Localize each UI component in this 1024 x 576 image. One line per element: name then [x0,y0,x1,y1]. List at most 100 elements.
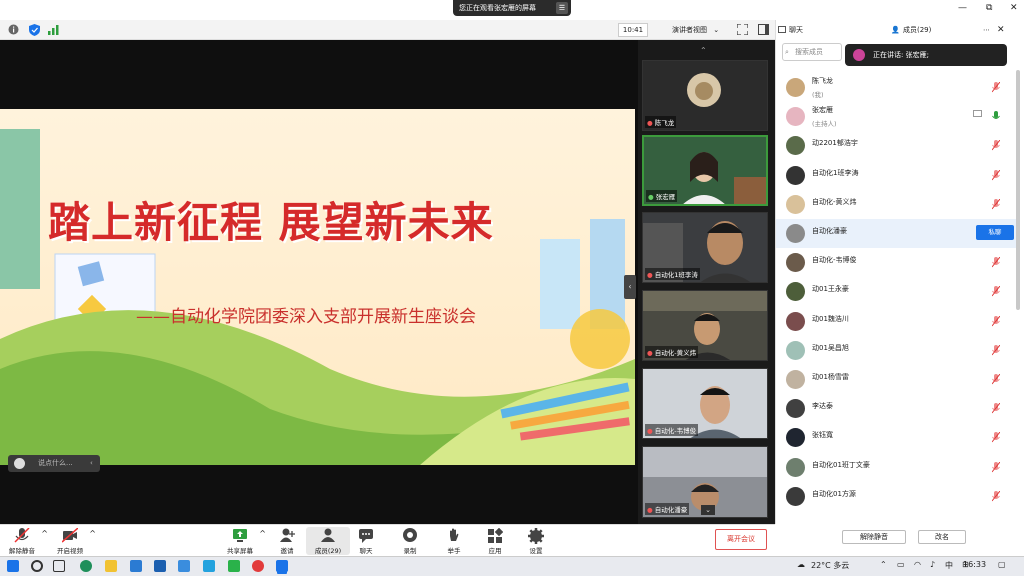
mic-muted-icon[interactable] [992,198,1000,210]
raise-hand-button[interactable]: 举手 [432,527,476,555]
unmute-label: 解除静音 [9,547,35,555]
tray-chevron-icon[interactable]: ⌃ [880,560,887,569]
volume-icon[interactable]: ♪ [930,560,935,569]
mail-icon[interactable] [154,560,166,572]
chevron-left-icon[interactable]: ‹ [90,455,93,472]
member-row[interactable]: 自动化01班丁文豪 [776,453,1016,482]
file-explorer-icon[interactable] [105,560,117,572]
view-mode-button[interactable]: 演讲者视图 ⌄ [658,23,730,37]
emoji-icon[interactable] [14,458,25,469]
mic-muted-icon[interactable] [992,461,1000,473]
ime-indicator[interactable]: 中 [945,560,953,571]
notification-icon[interactable]: ▢ [998,560,1006,569]
scroll-down-icon[interactable]: ⌄ [701,505,715,515]
leave-meeting-button[interactable]: 离开会议 [715,529,767,550]
mic-icon[interactable] [992,111,1000,122]
mic-muted-icon[interactable] [992,432,1000,443]
mic-muted-icon: ● [647,119,653,127]
tab-members[interactable]: 👤 成员(29) ⋯ ✕ [887,20,1024,40]
member-row[interactable]: 动01吴昌旭 [776,336,1016,365]
chat-tab-icon [778,26,786,33]
wechat-icon[interactable] [228,560,240,572]
video-tile[interactable]: ● 自动化1班李涛 [642,212,768,283]
tab-chat[interactable]: 聊天 [775,20,885,40]
mic-muted-icon[interactable] [992,82,1000,93]
restore-button[interactable]: ⧉ [986,3,992,13]
unmute-button[interactable]: 解除静音 ^ [0,527,48,555]
member-row[interactable]: 张钰寬 [776,423,1016,452]
mic-muted-icon[interactable] [992,315,1000,327]
member-row[interactable]: 动01王永豪 [776,277,1016,306]
edge-icon[interactable] [80,560,92,572]
close-panel-icon[interactable]: ✕ [997,20,1005,40]
wifi-icon[interactable]: ◠ [914,560,921,569]
netease-music-icon[interactable] [252,560,264,572]
tray-app-icon[interactable]: ▭ [897,560,905,569]
member-name: 自动化1班李涛 [812,168,859,177]
shield-icon[interactable] [29,24,40,36]
search-input[interactable]: ⌕ 搜索成员 [782,43,842,61]
layout-icon[interactable] [758,24,769,35]
mic-muted-icon[interactable] [992,374,1000,385]
mic-muted-icon[interactable] [992,286,1000,297]
member-row[interactable]: 自动化-韦博俊 [776,248,1016,277]
app-icon-1[interactable] [178,560,190,572]
scroll-up-icon[interactable]: ⌃ [700,46,707,55]
tencent-meeting-icon[interactable] [276,560,288,572]
meeting-toolbar: 10:41 演讲者视图 ⌄ [0,20,775,40]
invite-button[interactable]: 邀请 [265,527,309,555]
member-row[interactable]: 动2201郁浩宇 [776,131,1016,160]
chat-button[interactable]: 聊天 [344,527,388,555]
chevron-up-icon[interactable]: ^ [89,529,96,538]
video-button[interactable]: 开启视频 ^ [48,527,96,555]
apps-icon [488,528,503,543]
mic-muted-icon[interactable] [992,344,1000,356]
rename-button[interactable]: 改名 [918,530,966,544]
member-row[interactable]: 自动化潘豪 私聊 [776,219,1016,248]
video-tile[interactable]: ● 自动化-韦博俊 [642,368,768,439]
share-screen-button[interactable]: 共享屏幕 ^ [218,527,266,555]
member-row[interactable]: 自动化-黄义炜 [776,190,1016,219]
member-row[interactable]: 自动化01方源 [776,482,1016,511]
slide-subtitle: ——自动化学院团委深入支部开展新生座谈会 [136,307,476,327]
mic-muted-icon[interactable] [992,490,1000,502]
mic-icon: ● [648,193,654,201]
quick-chat-input[interactable]: 说点什么... ‹ [8,455,100,472]
mic-muted-icon[interactable] [992,403,1000,414]
task-view-icon[interactable] [53,560,65,572]
video-tile[interactable]: ● 张宏雁 [642,135,768,206]
private-chat-button[interactable]: 私聊 [976,225,1014,240]
mic-muted-icon[interactable] [992,169,1000,181]
weather-label[interactable]: 22°C 多云 [811,560,849,571]
fullscreen-icon[interactable] [737,24,748,35]
member-row[interactable]: 张宏雁 (主持人) [776,102,1016,131]
windows-start-icon[interactable] [7,560,19,572]
mic-muted-icon[interactable] [992,140,1000,151]
settings-button[interactable]: 设置 [514,527,558,555]
collapse-strip-button[interactable]: ‹ [624,275,636,299]
member-name: 自动化01班丁文豪 [812,460,870,469]
close-window-button[interactable]: ✕ [1010,3,1018,13]
menu-icon[interactable]: ☰ [556,2,568,14]
minimize-button[interactable]: — [958,3,967,13]
member-row[interactable]: 动01杨雪雷 [776,365,1016,394]
app-icon-2[interactable] [203,560,215,572]
member-row[interactable]: 动01魏浩川 [776,307,1016,336]
info-icon[interactable] [8,24,19,35]
apps-button[interactable]: 应用 [473,527,517,555]
member-row[interactable]: 李达泰 [776,394,1016,423]
record-button[interactable]: 录制 [388,527,432,555]
store-icon[interactable] [130,560,142,572]
member-row[interactable]: 陈飞龙 (我) [776,73,1016,102]
members-scrollbar[interactable] [1016,70,1020,310]
signal-icon[interactable] [48,24,60,35]
more-icon[interactable]: ⋯ [983,20,990,40]
video-tile[interactable]: ● 自动化-黄义炜 [642,290,768,361]
taskbar-search-icon[interactable] [31,560,43,572]
video-tile[interactable]: ● 陈飞龙 [642,60,768,131]
unmute-all-button[interactable]: 解除静音 [842,530,906,544]
video-tile[interactable]: ● 自动化潘豪 ⌄ [642,446,768,518]
mic-muted-icon[interactable] [992,257,1000,268]
member-row[interactable]: 自动化1班李涛 [776,161,1016,190]
chevron-up-icon[interactable]: ^ [41,529,48,538]
